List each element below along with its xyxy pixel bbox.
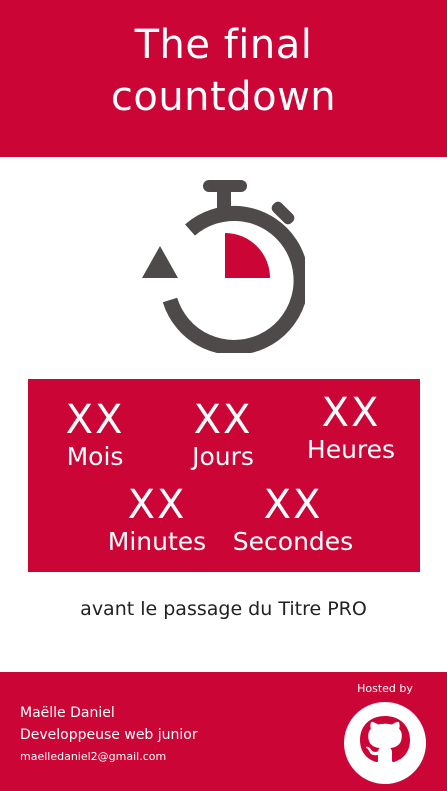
minutes-value: XX <box>127 482 187 528</box>
github-icon <box>344 702 426 784</box>
days-value: XX <box>193 397 253 443</box>
page-title-line-1: The final <box>134 22 313 68</box>
countdown-seconds: XX Secondes <box>228 483 358 557</box>
page-title: The final countdown <box>0 19 447 123</box>
page-title-line-2: countdown <box>110 74 337 120</box>
minutes-label: Minutes <box>107 527 207 556</box>
header-banner: The final countdown <box>0 0 447 157</box>
hours-value: XX <box>321 390 381 436</box>
tagline-text: avant le passage du Titre PRO <box>80 598 367 620</box>
countdown-panel: XX Mois XX Jours XX Heures XX Minutes XX… <box>28 379 420 572</box>
stopwatch-icon <box>140 178 309 355</box>
hours-label: Heures <box>306 435 396 464</box>
author-name: Maëlle Daniel <box>20 705 115 721</box>
countdown-months: XX Mois <box>30 398 160 472</box>
countdown-hours: XX Heures <box>286 391 416 465</box>
author-role: Developpeuse web junior <box>20 727 198 743</box>
seconds-label: Secondes <box>232 527 354 556</box>
hosted-by-label: Hosted by <box>357 682 413 695</box>
github-link[interactable] <box>342 700 428 786</box>
countdown-minutes: XX Minutes <box>92 483 222 557</box>
months-value: XX <box>65 397 125 443</box>
months-label: Mois <box>66 442 124 471</box>
footer: Maëlle Daniel Developpeuse web junior ma… <box>0 672 447 791</box>
seconds-value: XX <box>263 482 323 528</box>
author-email-link[interactable]: maelledaniel2@gmail.com <box>20 750 166 763</box>
days-label: Jours <box>192 442 254 471</box>
countdown-days: XX Jours <box>158 398 288 472</box>
